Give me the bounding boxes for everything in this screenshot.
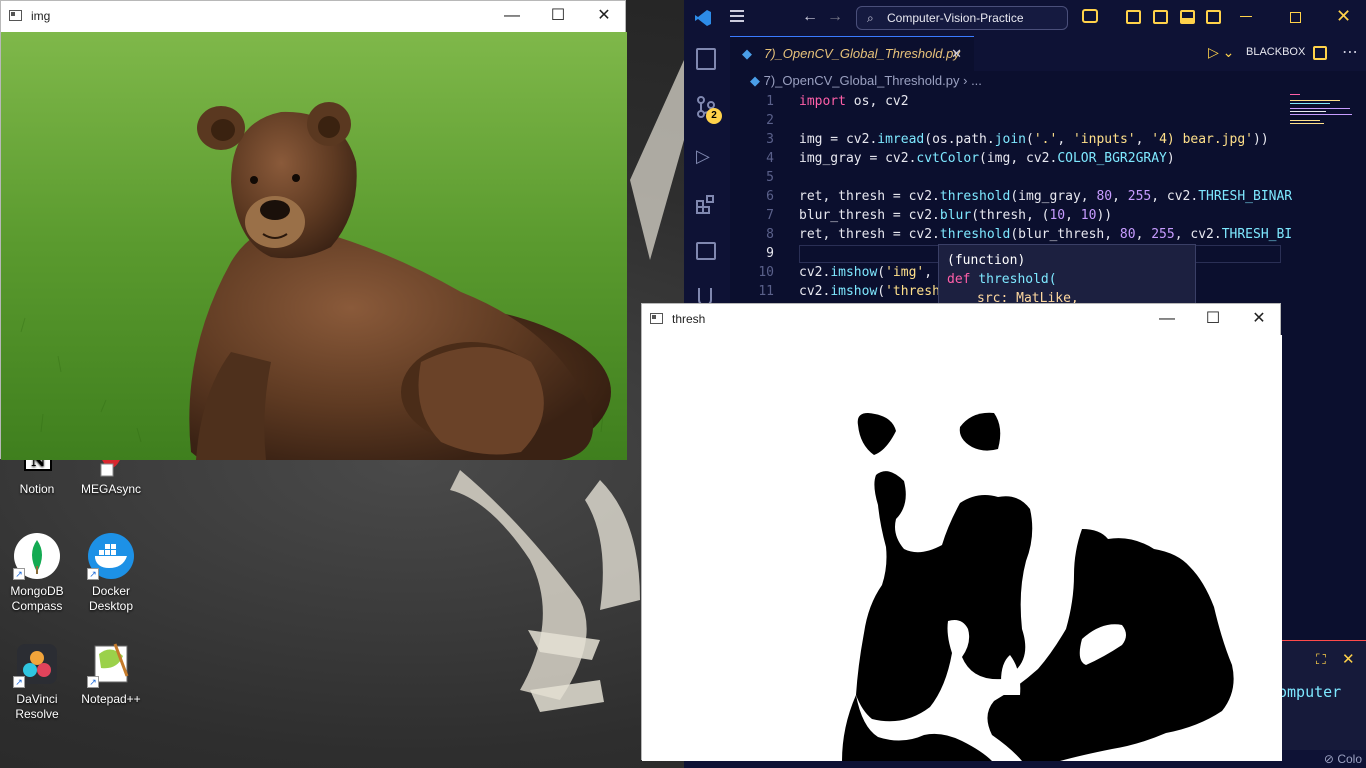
close-button[interactable]: ✕ (1236, 304, 1282, 334)
search-icon: ⌕ (867, 11, 874, 25)
close-button[interactable]: ✕ (581, 1, 627, 31)
img-window-title: img (31, 9, 51, 23)
hover-tooltip: (function) def threshold( src: MatLike, (938, 244, 1196, 306)
code-line: ret, thresh = cv2.threshold(img_gray, 80… (799, 189, 1293, 204)
davinci-icon: ↗ (13, 640, 61, 688)
line-number: 2 (766, 113, 774, 128)
desktop-icon-label: MEGAsync (80, 482, 141, 496)
toggle-right-panel-icon[interactable] (1206, 10, 1221, 24)
remote-explorer-icon[interactable] (696, 242, 716, 260)
img-canvas (1, 32, 627, 460)
breadcrumb-more[interactable]: ... (971, 73, 982, 88)
maximize-button[interactable]: ☐ (535, 1, 581, 31)
toggle-sidebar-icon[interactable] (1126, 10, 1141, 24)
line-number: 10 (758, 265, 774, 280)
explorer-icon[interactable] (696, 48, 716, 70)
window-app-icon (650, 313, 663, 324)
command-search-text: Computer-Vision-Practice (887, 11, 1024, 25)
terminal-panel: ⛶ ✕ omputer (1278, 640, 1366, 750)
status-item-colors[interactable]: ⊘ Colo (1324, 752, 1362, 766)
close-button[interactable]: ✕ (1336, 6, 1351, 27)
run-python-icon[interactable]: ▷ ⌄ (1208, 44, 1234, 61)
source-control-icon[interactable]: 2 (696, 96, 722, 124)
minimize-button[interactable] (1240, 16, 1252, 17)
minimap (1290, 94, 1352, 124)
desktop-icon-davinci[interactable]: ↗ DaVinci Resolve (0, 640, 74, 722)
breadcrumb-file[interactable]: 7)_OpenCV_Global_Threshold.py (764, 73, 960, 88)
desktop-icon-label: Docker Desktop (88, 584, 134, 613)
more-actions-icon[interactable]: ⋯ (1342, 42, 1358, 62)
editor-tabs: ◆ 7)_OpenCV_Global_Threshold.py ✕ ▷ ⌄ BL… (730, 36, 1366, 71)
panel-maximize-icon[interactable]: ⛶ (1316, 651, 1326, 668)
line-number: 9 (766, 246, 774, 261)
desktop-icon-docker[interactable]: ↗ Docker Desktop (74, 532, 148, 614)
line-number: 3 (766, 132, 774, 147)
line-number: 4 (766, 151, 774, 166)
command-search-box[interactable]: ⌕ Computer-Vision-Practice (856, 6, 1068, 30)
code-line: blur_thresh = cv2.blur(thresh, (10, 10)) (799, 208, 1113, 223)
brown-bear-photo (1, 32, 627, 460)
img-window-titlebar[interactable]: img — ☐ ✕ (1, 1, 625, 31)
thresh-window[interactable]: thresh — ☐ ✕ (641, 303, 1282, 761)
copilot-icon[interactable] (1082, 9, 1098, 23)
desktop-icon-label: MongoDB Compass (10, 584, 64, 613)
tab-label: 7)_OpenCV_Global_Threshold.py (764, 46, 960, 61)
desktop-icon-label: Notepad++ (81, 692, 141, 706)
extensions-icon[interactable] (696, 194, 716, 214)
python-file-icon: ◆ (742, 46, 752, 61)
back-arrow-icon[interactable]: ← (802, 8, 818, 26)
menu-icon[interactable] (730, 10, 744, 22)
scm-badge: 2 (706, 108, 722, 124)
blackbox-label[interactable]: BLACKBOX (1246, 46, 1305, 58)
tab-opencv-global-threshold[interactable]: ◆ 7)_OpenCV_Global_Threshold.py ✕ (730, 36, 974, 71)
line-number: 7 (766, 208, 774, 223)
forward-arrow-icon[interactable]: → (827, 8, 843, 26)
breadcrumb-separator: › (963, 73, 968, 88)
thresholded-bear-silhouette (842, 412, 1234, 761)
breadcrumb: ◆ 7)_OpenCV_Global_Threshold.py › ... (750, 73, 982, 89)
desktop-icon-mongodb[interactable]: ↗ MongoDB Compass (0, 532, 74, 614)
code-line: ret, thresh = cv2.threshold(blur_thresh,… (799, 227, 1293, 242)
code-line: img = cv2.imread(os.path.join('.', 'inpu… (799, 132, 1269, 147)
notepadpp-icon: ↗ (87, 640, 135, 688)
thresh-window-title: thresh (672, 312, 706, 326)
code-line: import os, cv2 (799, 94, 909, 109)
thresh-canvas (642, 335, 1282, 761)
run-debug-icon[interactable]: ▷ (696, 146, 710, 167)
window-app-icon (9, 10, 22, 21)
vscode-titlebar: ← → ⌕ Computer-Vision-Practice ✕ (684, 0, 1366, 36)
line-number: 6 (766, 189, 774, 204)
panel-text: omputer (1278, 683, 1342, 701)
minimize-button[interactable]: — (1144, 304, 1190, 334)
code-line: cv2.imshow('img', (799, 265, 933, 280)
close-tab-icon[interactable]: ✕ (951, 37, 962, 71)
panel-close-icon[interactable]: ✕ (1342, 650, 1355, 668)
mongodb-icon: ↗ (13, 532, 61, 580)
minimize-button[interactable]: — (489, 1, 535, 31)
desktop-icon-label: Notion (19, 482, 55, 496)
code-line: cv2.imshow('thresh (799, 284, 940, 299)
maximize-button[interactable]: ☐ (1190, 304, 1236, 334)
vscode-logo-icon (695, 10, 711, 26)
thresh-window-titlebar[interactable]: thresh — ☐ ✕ (642, 304, 1280, 334)
line-number: 11 (758, 284, 774, 299)
desktop-icon-label: DaVinci Resolve (15, 692, 59, 721)
toggle-left-panel-icon[interactable] (1153, 10, 1168, 24)
line-number: 1 (766, 94, 774, 109)
hover-line-1: (function) (947, 253, 1026, 268)
maximize-button[interactable] (1290, 12, 1301, 23)
img-window[interactable]: img — ☐ ✕ (0, 0, 627, 460)
desktop-icon-notepadpp[interactable]: ↗ Notepad++ (74, 640, 148, 707)
docker-icon: ↗ (87, 532, 135, 580)
python-file-icon: ◆ (750, 73, 760, 88)
line-number: 8 (766, 227, 774, 242)
split-editor-icon[interactable] (1313, 46, 1327, 60)
line-number: 5 (766, 170, 774, 185)
code-line: img_gray = cv2.cvtColor(img, cv2.COLOR_B… (799, 151, 1175, 166)
hover-line-2: def threshold( (947, 272, 1057, 287)
toggle-panel-icon[interactable] (1180, 10, 1195, 24)
